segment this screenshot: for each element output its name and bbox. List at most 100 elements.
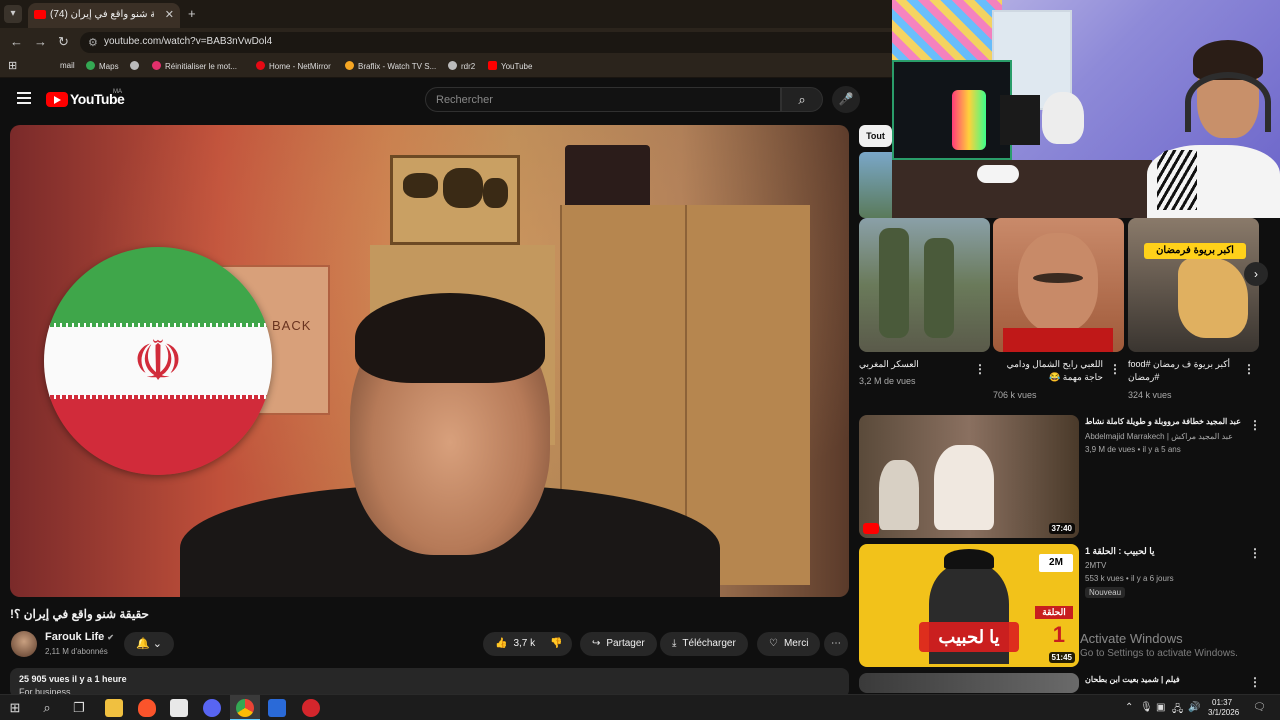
video-duration: 37:40 bbox=[1048, 523, 1075, 534]
chrome-icon[interactable] bbox=[236, 699, 254, 717]
soldier-figure bbox=[879, 228, 909, 338]
cam-desk bbox=[892, 160, 1152, 218]
reload-icon[interactable]: ↻ bbox=[58, 34, 69, 50]
windows-start-icon[interactable]: ⊞ bbox=[6, 699, 24, 717]
tray-chevron-icon[interactable]: ⌃ bbox=[1125, 702, 1133, 713]
bookmark-maps[interactable]: Maps bbox=[86, 61, 119, 71]
globe-icon bbox=[448, 61, 457, 70]
url-text: youtube.com/watch?v=BAB3nVwDol4 bbox=[104, 36, 273, 47]
poster-text: BACK bbox=[272, 318, 312, 333]
rec-title-3[interactable]: فيلم | شميد بعيت ابن بطحان bbox=[1085, 675, 1180, 684]
new-tab-button[interactable]: + bbox=[188, 6, 196, 21]
task-view-icon[interactable]: ❐ bbox=[70, 699, 88, 717]
bookmark-youtube[interactable]: YouTube bbox=[488, 61, 532, 71]
hat-figure bbox=[944, 549, 994, 569]
tab-title: (74) حقيقة شنو واقع في إيران bbox=[50, 9, 154, 20]
discord-icon[interactable] bbox=[203, 699, 221, 717]
episode-number: 1 bbox=[1052, 622, 1065, 647]
bookmark-netmirror[interactable]: Home - NetMirror bbox=[256, 61, 331, 71]
apps-grid-icon[interactable]: ⊞ bbox=[8, 59, 17, 72]
tray-app-icon[interactable]: ▣ bbox=[1156, 702, 1165, 713]
app-icon[interactable] bbox=[268, 699, 286, 717]
like-count: 3,7 k bbox=[513, 638, 536, 649]
clock-time[interactable]: 01:37 bbox=[1212, 698, 1232, 707]
store-icon[interactable] bbox=[170, 699, 188, 717]
bookmark-instagram[interactable]: Réinitialiser le mot... bbox=[152, 61, 237, 71]
bookmark-rdr2[interactable]: rdr2 bbox=[448, 61, 475, 71]
dislike-button[interactable]: 👎 bbox=[540, 632, 573, 656]
short-more-icon[interactable]: ⋮ bbox=[974, 362, 986, 376]
more-actions-button[interactable]: ⋯ bbox=[824, 632, 848, 656]
search-input[interactable]: Rechercher bbox=[425, 87, 781, 112]
volume-icon[interactable]: 🔊 bbox=[1188, 702, 1200, 713]
notification-bell-button[interactable]: 🔔 ⌄ bbox=[124, 632, 174, 656]
filter-chip-all[interactable]: Tout bbox=[859, 125, 892, 147]
more-icon: ⋯ bbox=[831, 638, 841, 649]
bookmark-globe[interactable] bbox=[130, 61, 143, 71]
short-more-icon[interactable]: ⋮ bbox=[1109, 362, 1121, 376]
activate-windows-subtitle: Go to Settings to activate Windows. bbox=[1080, 648, 1238, 659]
rec-more-icon[interactable]: ⋮ bbox=[1249, 675, 1261, 689]
channel-avatar[interactable] bbox=[11, 631, 37, 657]
microphone-tray-icon[interactable]: 🎙 bbox=[1140, 702, 1153, 713]
thanks-button[interactable]: ♡ Merci bbox=[757, 632, 821, 656]
channel-name[interactable]: Farouk Life ✔ bbox=[45, 631, 114, 643]
share-button[interactable]: ↪ Partager bbox=[580, 632, 657, 656]
rec-more-icon[interactable]: ⋮ bbox=[1249, 546, 1261, 560]
address-bar[interactable]: ⚙ youtube.com/watch?v=BAB3nVwDol4 bbox=[80, 32, 892, 53]
short-views-2: 706 k vues bbox=[993, 390, 1037, 400]
cam-shirt-stripes bbox=[1157, 150, 1197, 210]
tab-search-button[interactable]: ▾ bbox=[4, 5, 22, 23]
clock-date[interactable]: 3/1/2026 bbox=[1208, 708, 1239, 717]
presenter-hair bbox=[355, 293, 545, 383]
short-title-1[interactable]: العسكر المغربي bbox=[859, 358, 969, 371]
short-thumbnail-3[interactable]: اكبر بريوة فرمضان bbox=[1128, 218, 1259, 352]
activate-windows-title: Activate Windows bbox=[1080, 631, 1183, 646]
short-more-icon[interactable]: ⋮ bbox=[1243, 362, 1255, 376]
back-icon[interactable]: ← bbox=[10, 34, 23, 49]
brave-browser-icon[interactable] bbox=[138, 699, 156, 717]
short-title-2[interactable]: اللعبي رايح الشمال ودامي حاجة مهمة 😂 bbox=[993, 358, 1103, 384]
cam-rgb-mic bbox=[952, 90, 986, 150]
rec-channel-1[interactable]: Abdelmajid Marrakech | عبد المجيد مراكش bbox=[1085, 432, 1233, 441]
map-continent bbox=[443, 168, 483, 208]
obs-record-icon[interactable] bbox=[302, 699, 320, 717]
bookmark-braflix[interactable]: Braflix - Watch TV S... bbox=[345, 61, 436, 71]
rec-thumbnail-2[interactable]: يا لحبيب 2M الحلقة 1 51:45 bbox=[859, 544, 1079, 667]
video-player[interactable]: BACK ☫ bbox=[10, 125, 849, 597]
person-figure bbox=[934, 445, 994, 530]
browser-tab[interactable]: (74) حقيقة شنو واقع في إيران ✕ bbox=[28, 3, 180, 28]
bookmark-label: mail bbox=[60, 61, 75, 70]
download-button[interactable]: ⤓ Télécharger bbox=[660, 632, 748, 656]
short-thumbnail-1[interactable] bbox=[859, 218, 990, 352]
search-icon[interactable]: ⌕ bbox=[38, 699, 56, 717]
bookmark-mail[interactable]: mail bbox=[60, 61, 75, 70]
globe-icon bbox=[130, 61, 139, 70]
shorts-next-chevron-icon[interactable]: › bbox=[1244, 262, 1268, 286]
rec-more-icon[interactable]: ⋮ bbox=[1249, 418, 1261, 432]
rec-title-1[interactable]: عبد المجيد خطافة مرووبلة و طويلة كاملة ن… bbox=[1085, 417, 1241, 426]
rec-thumbnail-1[interactable]: 37:40 bbox=[859, 415, 1079, 538]
short-thumbnail-partial[interactable] bbox=[859, 152, 892, 218]
rec-thumbnail-3[interactable] bbox=[859, 673, 1079, 693]
site-info-icon[interactable]: ⚙ bbox=[88, 36, 98, 49]
windows-taskbar: ⊞ ⌕ ❐ ⌃ 🎙 ▣ 🖧 🔊 01:37 3/1/2026 🗨 bbox=[0, 694, 1280, 720]
forward-icon[interactable]: → bbox=[34, 34, 47, 49]
microphone-icon[interactable]: 🎤 bbox=[832, 86, 860, 113]
short-thumbnail-2[interactable] bbox=[993, 218, 1124, 352]
youtube-logo-icon[interactable] bbox=[46, 92, 68, 107]
like-button[interactable]: 👍 3,7 k bbox=[483, 632, 544, 656]
region-code: MA bbox=[113, 89, 122, 95]
notification-center-icon[interactable]: 🗨 bbox=[1253, 702, 1266, 713]
bookmark-label: Home - NetMirror bbox=[269, 62, 331, 71]
youtube-icon bbox=[488, 61, 497, 70]
rec-title-2[interactable]: يا لحبيب : الحلقة 1 bbox=[1085, 546, 1155, 557]
tab-close-icon[interactable]: ✕ bbox=[165, 8, 174, 21]
file-explorer-icon[interactable] bbox=[105, 699, 123, 717]
bookmarks-bar: ⊞ mail Maps Réinitialiser le mot... Home… bbox=[0, 56, 892, 78]
menu-icon[interactable] bbox=[17, 92, 31, 104]
search-icon[interactable]: ⌕ bbox=[781, 87, 823, 112]
network-icon[interactable]: 🖧 bbox=[1172, 702, 1183, 719]
rec-channel-2[interactable]: 2MTV bbox=[1085, 561, 1106, 570]
short-title-3[interactable]: أكبر بريوة ف رمضان #food #رمضان bbox=[1128, 358, 1238, 384]
